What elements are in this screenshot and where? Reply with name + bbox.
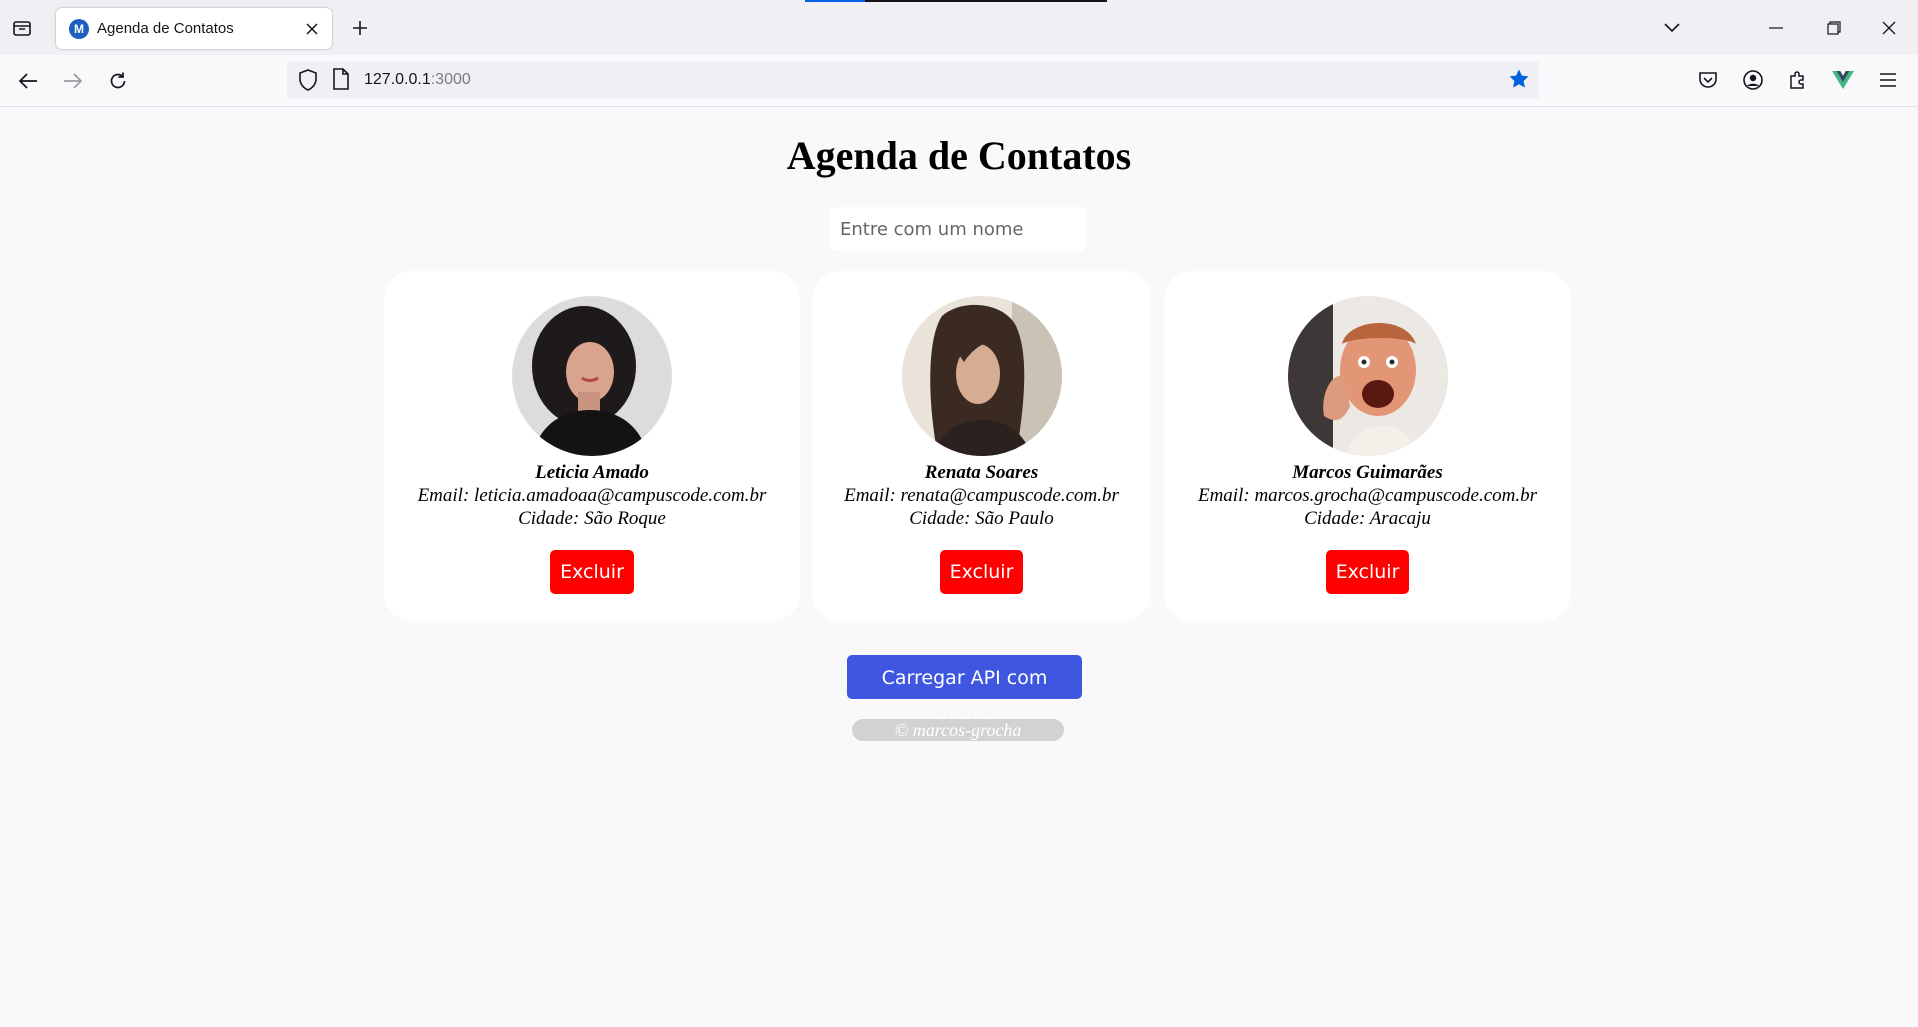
page-info-icon[interactable] (332, 68, 350, 95)
contact-photo-avatar (1287, 296, 1448, 456)
contact-name: Marcos Guimarães (1292, 462, 1443, 483)
contact-city: Cidade: Aracaju (1304, 508, 1431, 529)
delete-contact-button[interactable]: Excluir (1325, 550, 1410, 594)
search-name-input[interactable] (830, 207, 1086, 251)
reload-icon[interactable] (102, 65, 134, 97)
close-window-icon[interactable] (1875, 14, 1903, 42)
contact-photo-avatar (901, 296, 1062, 456)
vue-devtools-icon[interactable] (1829, 66, 1857, 94)
account-icon[interactable] (1739, 66, 1767, 94)
bookmark-star-icon[interactable] (1507, 67, 1531, 96)
contact-photo-avatar (512, 296, 672, 456)
extensions-puzzle-icon[interactable] (1784, 66, 1812, 94)
back-arrow-icon[interactable] (12, 65, 44, 97)
pocket-icon[interactable] (1694, 66, 1722, 94)
restore-icon[interactable] (1820, 14, 1848, 42)
contact-card: Leticia Amado Email: leticia.amadoaa@cam… (384, 271, 800, 621)
contact-email: Email: marcos.grocha@campuscode.com.br (1197, 485, 1537, 506)
minimize-icon[interactable] (1762, 14, 1790, 42)
load-api-button[interactable]: Carregar API com dados (847, 655, 1082, 733)
contact-city: Cidade: São Paulo (909, 508, 1054, 529)
address-bar[interactable]: 127.0.0.1:3000 (287, 61, 1539, 99)
page-title: Agenda de Contatos (786, 133, 1132, 178)
site-favicon-icon: M (69, 18, 89, 39)
footer-copyright: © marcos-grocha (852, 719, 1064, 741)
url-text: 127.0.0.1:3000 (364, 71, 471, 89)
contact-name: Leticia Amado (535, 462, 649, 483)
new-tab-plus-icon[interactable] (346, 14, 374, 42)
contact-card: Marcos Guimarães Email: marcos.grocha@ca… (1164, 271, 1571, 621)
tab-overview-icon[interactable] (8, 14, 36, 42)
tracking-protection-shield-icon[interactable] (297, 68, 319, 97)
url-port: :3000 (430, 71, 471, 88)
contact-card: Renata Soares Email: renata@campuscode.c… (812, 271, 1151, 621)
contact-name: Renata Soares (924, 462, 1039, 483)
contact-email: Email: renata@campuscode.com.br (844, 485, 1119, 506)
browser-nav-bar: 127.0.0.1:3000 (0, 55, 1918, 107)
app-menu-hamburger-icon[interactable] (1874, 66, 1902, 94)
tab-title: Agenda de Contatos (97, 20, 234, 37)
forward-arrow-icon[interactable] (57, 65, 89, 97)
list-all-tabs-chevron-icon[interactable] (1658, 14, 1686, 42)
browser-tab[interactable]: M Agenda de Contatos (56, 8, 332, 49)
contact-email: Email: leticia.amadoaa@campuscode.com.br (417, 485, 767, 506)
tab-loading-indicator (805, 0, 1107, 2)
close-tab-icon[interactable] (300, 17, 324, 41)
url-host: 127.0.0.1 (364, 71, 431, 88)
page-content: Agenda de Contatos Leticia Amado Email: … (0, 106, 1918, 1027)
contact-city: Cidade: São Roque (518, 508, 666, 529)
browser-tab-bar: M Agenda de Contatos (0, 0, 1918, 55)
delete-contact-button[interactable]: Excluir (550, 550, 634, 594)
delete-contact-button[interactable]: Excluir (939, 550, 1024, 594)
